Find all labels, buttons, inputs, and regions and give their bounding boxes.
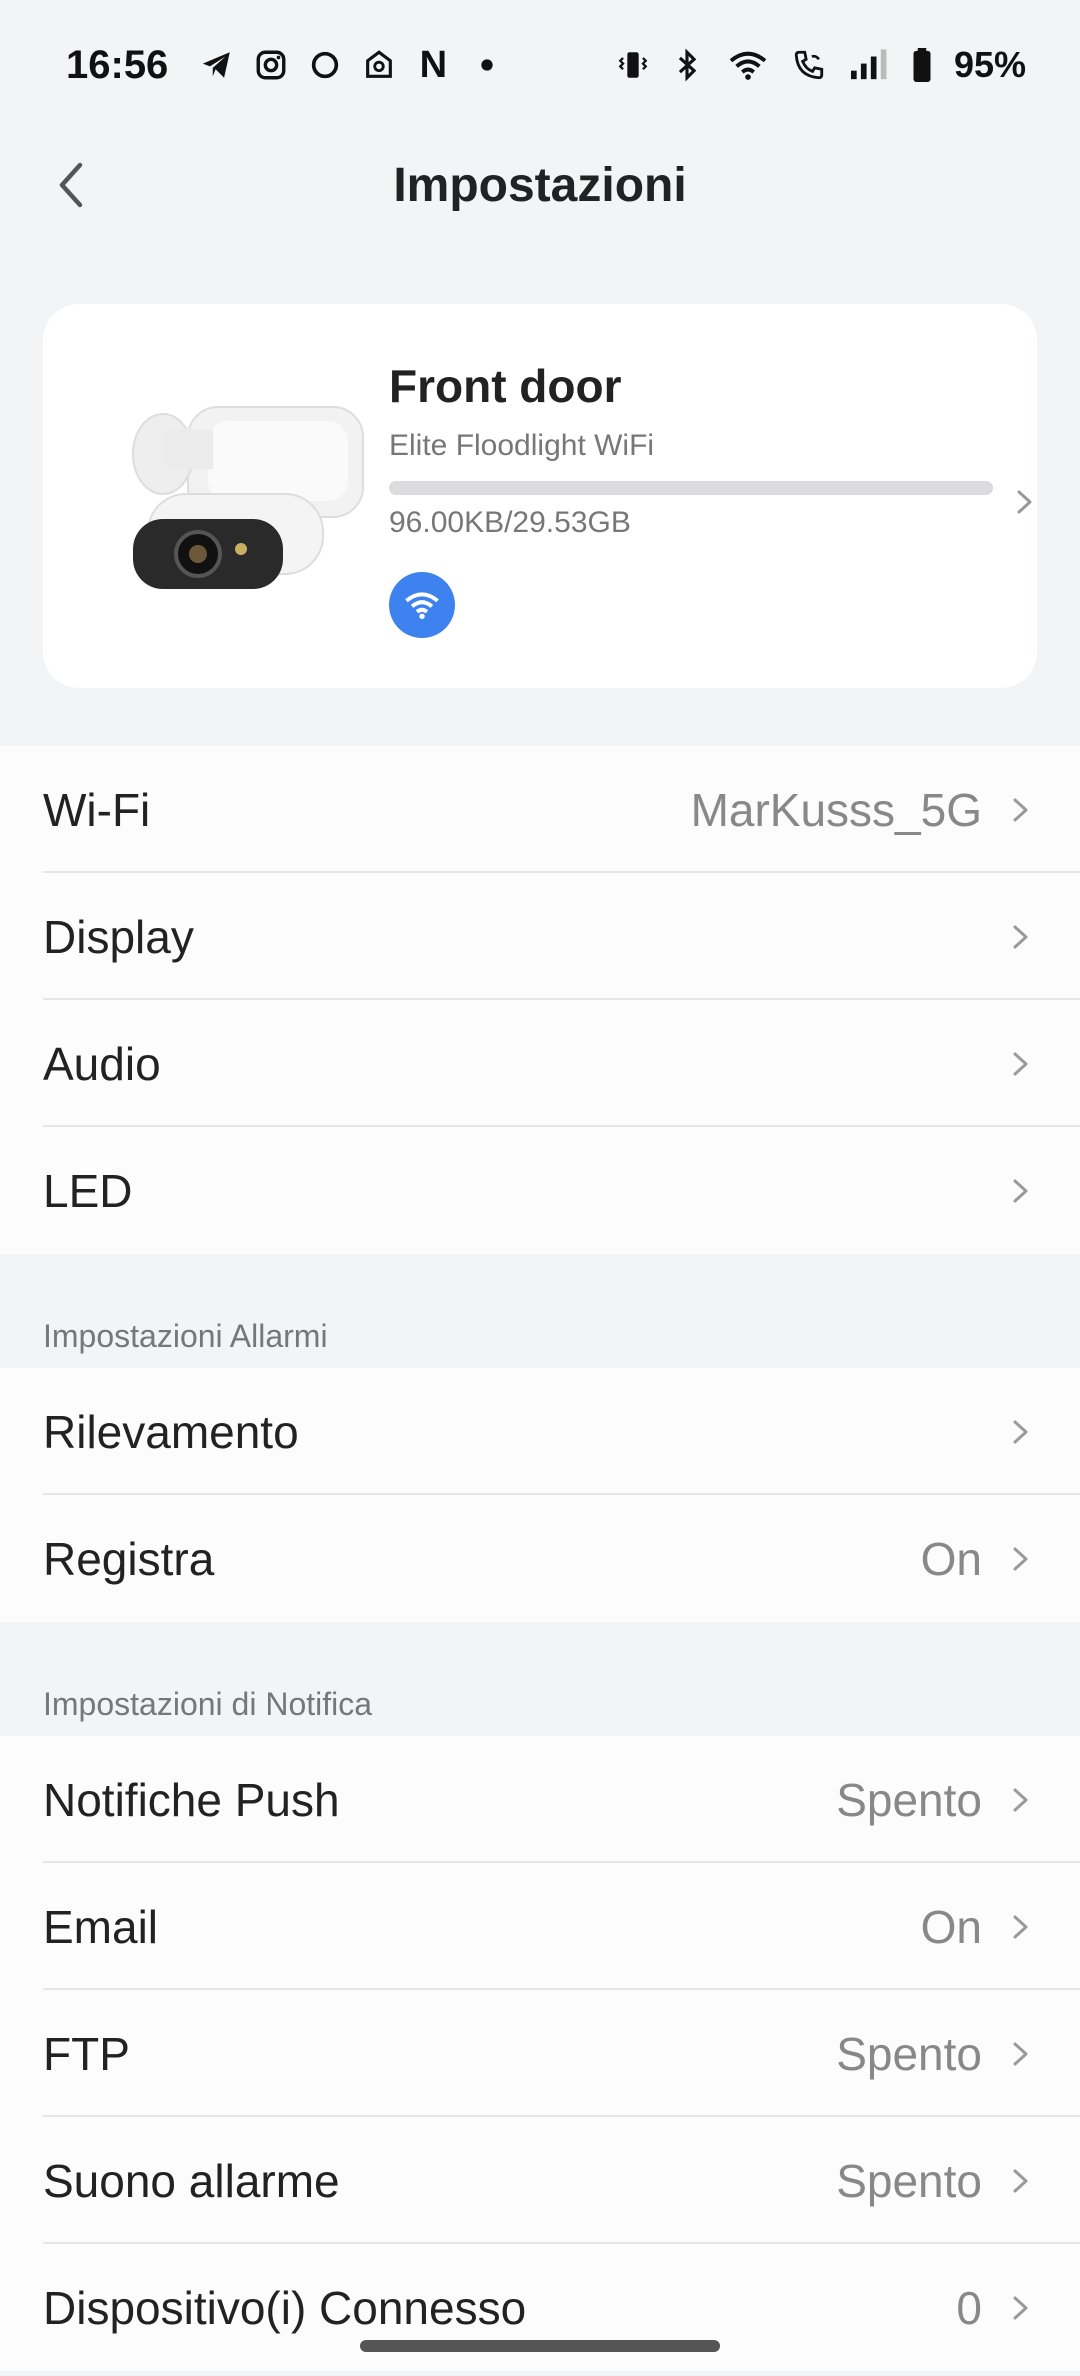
back-button[interactable]	[36, 150, 106, 220]
row-label: Rilevamento	[43, 1405, 299, 1458]
storage-usage: 96.00KB/29.53GB	[389, 506, 631, 539]
wifi-icon	[724, 48, 772, 82]
storage-progress-bar	[389, 481, 993, 495]
chevron-right-icon	[1013, 2042, 1028, 2065]
row-label: Notifiche Push	[43, 1773, 340, 1826]
row-label: Audio	[43, 1037, 161, 1090]
device-model: Elite Floodlight WiFi	[389, 429, 655, 462]
chevron-right-icon	[1013, 1547, 1028, 1570]
row-label: Wi-Fi	[43, 783, 151, 836]
settings-row-registra[interactable]: Registra On	[0, 1495, 1080, 1622]
bluetooth-icon	[670, 48, 704, 82]
app-header: Impostazioni	[0, 130, 1080, 240]
settings-row-rilevamento[interactable]: Rilevamento	[0, 1368, 1080, 1495]
wifi-call-icon	[792, 48, 826, 82]
row-value: MarKusss_5G	[690, 783, 982, 836]
settings-row-email[interactable]: Email On	[0, 1863, 1080, 1990]
chevron-right-icon	[1013, 925, 1028, 948]
status-bar: 16:56 N 95%	[0, 0, 1080, 130]
telegram-icon	[200, 48, 234, 82]
status-time: 16:56	[66, 42, 169, 87]
settings-row-notifiche-push[interactable]: Notifiche Push Spento	[0, 1736, 1080, 1863]
settings-row-ftp[interactable]: FTP Spento	[0, 1990, 1080, 2117]
general-settings-list: Wi-Fi MarKusss_5G Display Audio LED	[0, 746, 1080, 1254]
device-card[interactable]: Front door Elite Floodlight WiFi 96.00KB…	[43, 304, 1037, 688]
n-app-icon: N	[419, 43, 448, 86]
settings-row-audio[interactable]: Audio	[0, 1000, 1080, 1127]
status-right: 95%	[616, 44, 1026, 86]
row-label: Display	[43, 910, 194, 963]
chevron-right-icon	[1013, 1420, 1028, 1443]
notify-section-header: Impostazioni di Notifica	[43, 1686, 373, 1722]
camera-image	[93, 399, 383, 599]
wifi-status-badge	[389, 572, 455, 638]
dot-icon	[470, 48, 504, 82]
alarm-settings-list: Rilevamento Registra On	[0, 1368, 1080, 1622]
settings-row-display[interactable]: Display	[0, 873, 1080, 1000]
row-label: Registra	[43, 1532, 215, 1585]
battery-percent: 95%	[953, 44, 1026, 85]
row-label: Dispositivo(i) Connesso	[43, 2281, 527, 2334]
status-left: 16:56 N	[66, 43, 504, 88]
chevron-right-icon	[1013, 1179, 1028, 1202]
row-value: On	[920, 1532, 982, 1585]
home-indicator[interactable]	[360, 2340, 720, 2352]
row-value: 0	[956, 2281, 982, 2334]
chevron-right-icon	[1013, 1788, 1028, 1811]
row-value: On	[920, 1900, 982, 1953]
row-label: LED	[43, 1164, 133, 1217]
wifi-icon	[405, 592, 439, 620]
settings-row-led[interactable]: LED	[0, 1127, 1080, 1254]
row-label: FTP	[43, 2027, 130, 2080]
row-label: Email	[43, 1900, 159, 1953]
row-label: Suono allarme	[43, 2154, 340, 2207]
instagram-icon	[254, 48, 288, 82]
settings-row-suono-allarme[interactable]: Suono allarme Spento	[0, 2117, 1080, 2244]
row-value: Spento	[836, 2027, 982, 2080]
device-name: Front door	[389, 360, 622, 412]
notify-settings-list: Notifiche Push Spento Email On FTP Spento Suon…	[0, 1736, 1080, 2371]
threads-icon	[308, 48, 342, 82]
chevron-right-icon	[1013, 1915, 1028, 1938]
chevron-left-icon	[59, 162, 83, 208]
settings-row-wi-fi[interactable]: Wi-Fi MarKusss_5G	[0, 746, 1080, 873]
app-icon	[362, 48, 396, 82]
chevron-right-icon	[1017, 490, 1032, 514]
chevron-right-icon	[1013, 2296, 1028, 2319]
row-value: Spento	[836, 2154, 982, 2207]
signal-icon	[846, 48, 890, 82]
row-value: Spento	[836, 1773, 982, 1826]
battery-icon	[910, 48, 934, 82]
page-title: Impostazioni	[393, 158, 687, 212]
alarm-section-header: Impostazioni Allarmi	[43, 1318, 328, 1354]
chevron-right-icon	[1013, 2169, 1028, 2192]
vibrate-icon	[616, 48, 650, 82]
chevron-right-icon	[1013, 798, 1028, 821]
chevron-right-icon	[1013, 1052, 1028, 1075]
